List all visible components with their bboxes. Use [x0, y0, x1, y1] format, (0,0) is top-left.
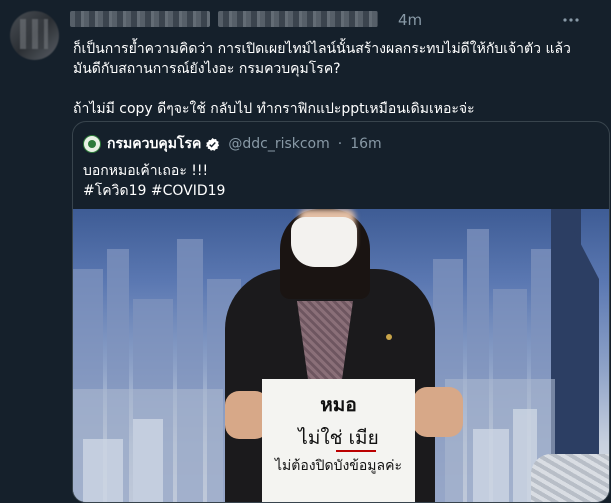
- right-hand: [413, 387, 463, 437]
- face-mask: [291, 217, 357, 267]
- lapel-pin: [386, 334, 392, 340]
- author-name-redacted[interactable]: [70, 11, 210, 27]
- avatar[interactable]: [10, 11, 59, 60]
- quoted-tweet-header: กรมควบคุมโรค @ddc_riskcom · 16m: [83, 133, 382, 155]
- more-horizontal-icon[interactable]: [562, 13, 580, 27]
- tweet-body: ก็เป็นการย้ำความคิดว่า การเปิดเผยไทม์ไลน…: [73, 39, 573, 119]
- protest-sign: หมอ ไม่ใช่ เมีย ไม่ต้องปิดบังข้อมูลค่ะ: [262, 379, 415, 502]
- sign-line-2: ไม่ใช่ เมีย: [298, 427, 379, 449]
- tweet-body-line: ก็เป็นการย้ำความคิดว่า การเปิดเผยไทม์ไลน…: [73, 41, 571, 57]
- quoted-handle[interactable]: @ddc_riskcom: [228, 136, 329, 152]
- quoted-tweet-text: บอกหมอเค้าเถอะ !!! #โควิด19 #COVID19: [83, 161, 225, 201]
- tweet[interactable]: 4m ก็เป็นการย้ำความคิดว่า การเปิดเผยไทม์…: [0, 0, 611, 503]
- sign-line-3: ไม่ต้องปิดบังข้อมูลค่ะ: [275, 458, 402, 474]
- sign-underline: [336, 450, 376, 452]
- quoted-tweet[interactable]: กรมควบคุมโรค @ddc_riskcom · 16m บอกหมอเค…: [72, 121, 610, 503]
- sign-line-1: หมอ: [320, 394, 357, 416]
- quoted-text-line: บอกหมอเค้าเถอะ !!!: [83, 163, 209, 179]
- tweet-timestamp[interactable]: 4m: [398, 11, 422, 29]
- tweet-body-line: มันดีกับสถานการณ์ยังไงอะ กรมควบคุมโรค?: [73, 61, 341, 77]
- quoted-display-name[interactable]: กรมควบคุมโรค: [107, 133, 201, 155]
- tweet-body-line: ถ้าไม่มี copy ดีๆจะใช้ กลับไป ทำกราฟิกแป…: [73, 101, 475, 117]
- verified-badge-icon: [206, 137, 220, 151]
- quoted-separator: ·: [337, 136, 343, 152]
- quoted-avatar[interactable]: [83, 135, 101, 153]
- author-handle-redacted[interactable]: [218, 11, 378, 27]
- quoted-tweet-photo[interactable]: หมอ ไม่ใช่ เมีย ไม่ต้องปิดบังข้อมูลค่ะ: [73, 209, 609, 502]
- quoted-timestamp[interactable]: 16m: [350, 136, 381, 152]
- quoted-text-line: #โควิด19 #COVID19: [83, 183, 226, 199]
- plastic-bag: [531, 454, 609, 502]
